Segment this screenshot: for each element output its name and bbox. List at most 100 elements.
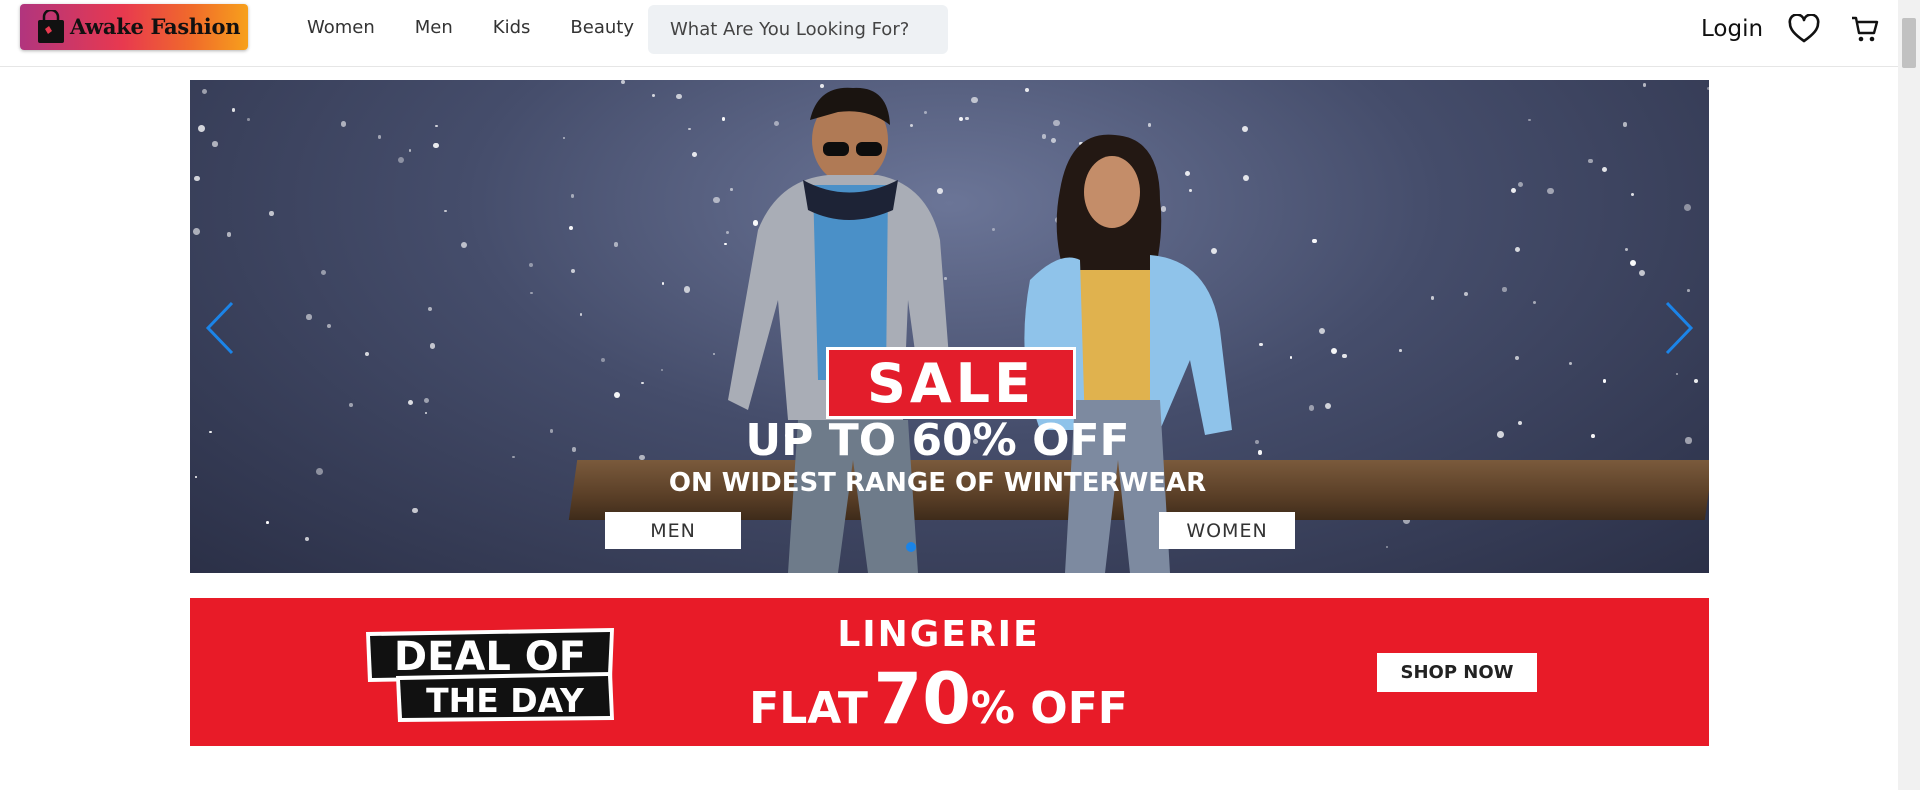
nav-item-beauty[interactable]: Beauty — [570, 17, 634, 38]
snowflake — [364, 352, 369, 357]
carousel-indicators — [906, 542, 916, 552]
snowflake — [1517, 181, 1523, 188]
snowflake — [1502, 287, 1507, 292]
snowflake — [712, 352, 715, 355]
snowflake — [1147, 123, 1152, 127]
snowflake — [570, 268, 576, 274]
snowflake — [1693, 378, 1699, 384]
snowflake — [991, 227, 995, 231]
shop-women-button[interactable]: WOMEN — [1159, 512, 1295, 549]
snowflake — [641, 381, 644, 385]
snowflake — [349, 403, 353, 407]
shop-now-button[interactable]: SHOP NOW — [1377, 653, 1537, 692]
chevron-right-icon[interactable] — [1663, 300, 1695, 356]
snowflake — [460, 241, 468, 248]
snowflake — [1638, 269, 1646, 276]
snowflake — [580, 313, 583, 316]
snowflake — [601, 357, 606, 362]
site-header: Awake Fashion Women Men Kids Beauty Logi… — [0, 0, 1898, 67]
snowflake — [675, 93, 682, 100]
snowflake — [397, 157, 404, 164]
scrollbar-thumb[interactable] — [1902, 18, 1916, 68]
heart-icon[interactable] — [1788, 14, 1820, 44]
chevron-left-icon[interactable] — [204, 300, 236, 356]
snowflake — [327, 324, 332, 329]
snowflake — [1568, 361, 1573, 366]
snowflake — [201, 88, 207, 94]
snowflake — [444, 209, 448, 213]
snowflake — [1053, 119, 1060, 127]
snowflake — [1318, 327, 1325, 334]
deal-of-the-day-banner[interactable]: DEAL OF THE DAY LINGERIE FLAT 70% OFF SH… — [190, 598, 1709, 746]
snowflake — [1289, 356, 1293, 360]
snowflake — [269, 211, 274, 216]
snowflake — [1603, 379, 1607, 383]
snowflake — [435, 124, 438, 127]
snowflake — [569, 226, 574, 231]
cart-icon[interactable] — [1850, 14, 1880, 44]
login-link[interactable]: Login — [1701, 16, 1763, 42]
snowflake — [1588, 158, 1593, 163]
snowflake — [433, 142, 439, 149]
snowflake — [570, 193, 575, 198]
snowflake — [1312, 238, 1317, 243]
snowflake — [407, 400, 413, 406]
carousel-dot-active[interactable] — [906, 542, 916, 552]
snowflake — [971, 96, 979, 104]
brand-logo-text: Awake Fashion — [70, 14, 241, 39]
snowflake — [1024, 87, 1029, 93]
snowflake — [226, 232, 232, 237]
brand-logo[interactable]: Awake Fashion — [20, 4, 248, 50]
snowflake — [1684, 204, 1692, 212]
snowflake — [530, 291, 533, 295]
snowflake — [1706, 86, 1709, 91]
model-man-image — [728, 87, 953, 573]
snowflake — [192, 228, 200, 236]
snowflake — [341, 121, 347, 127]
snowflake — [1308, 404, 1315, 411]
snowflake — [1510, 188, 1517, 194]
main-nav: Women Men Kids Beauty — [307, 17, 674, 38]
snowflake — [427, 306, 433, 312]
snowflake — [651, 93, 655, 97]
snowflake — [1601, 166, 1608, 173]
snowflake — [1430, 296, 1435, 300]
snowflake — [1631, 192, 1635, 196]
snowflake — [1676, 372, 1679, 375]
snowflake — [965, 116, 969, 121]
snowflake — [424, 398, 430, 404]
snowflake — [197, 125, 205, 132]
snowflake — [688, 127, 691, 131]
snowflake — [683, 285, 691, 293]
snowflake — [1528, 118, 1531, 122]
snowflake — [1324, 402, 1332, 409]
search-input[interactable] — [648, 5, 948, 54]
sale-badge: SALE — [826, 347, 1076, 419]
snowflake — [613, 392, 620, 398]
snowflake — [412, 507, 418, 513]
nav-item-kids[interactable]: Kids — [493, 17, 531, 38]
hero-subheadline: ON WIDEST RANGE OF WINTERWEAR — [668, 468, 1207, 498]
hero-carousel: SALE UP TO 60% OFF ON WIDEST RANGE OF WI… — [190, 80, 1709, 573]
snowflake — [304, 537, 309, 542]
snowflake — [231, 108, 236, 113]
snowflake — [321, 269, 327, 275]
shopping-bag-icon — [38, 10, 64, 43]
shop-men-button[interactable]: MEN — [605, 512, 741, 549]
snowflake — [1463, 291, 1468, 297]
snowflake — [212, 141, 218, 147]
snowflake — [1625, 247, 1629, 251]
snowflake — [1399, 349, 1402, 353]
snowflake — [1258, 342, 1263, 347]
snowflake — [1330, 347, 1338, 355]
snowflake — [959, 116, 964, 122]
snowflake — [1532, 301, 1537, 305]
snowflake — [194, 175, 200, 182]
snowflake — [562, 137, 565, 140]
nav-item-men[interactable]: Men — [415, 17, 453, 38]
nav-item-women[interactable]: Women — [307, 17, 375, 38]
snowflake — [1515, 356, 1520, 361]
page-scrollbar[interactable] — [1898, 0, 1920, 790]
snowflake — [613, 242, 619, 247]
snowflake — [1687, 289, 1690, 293]
